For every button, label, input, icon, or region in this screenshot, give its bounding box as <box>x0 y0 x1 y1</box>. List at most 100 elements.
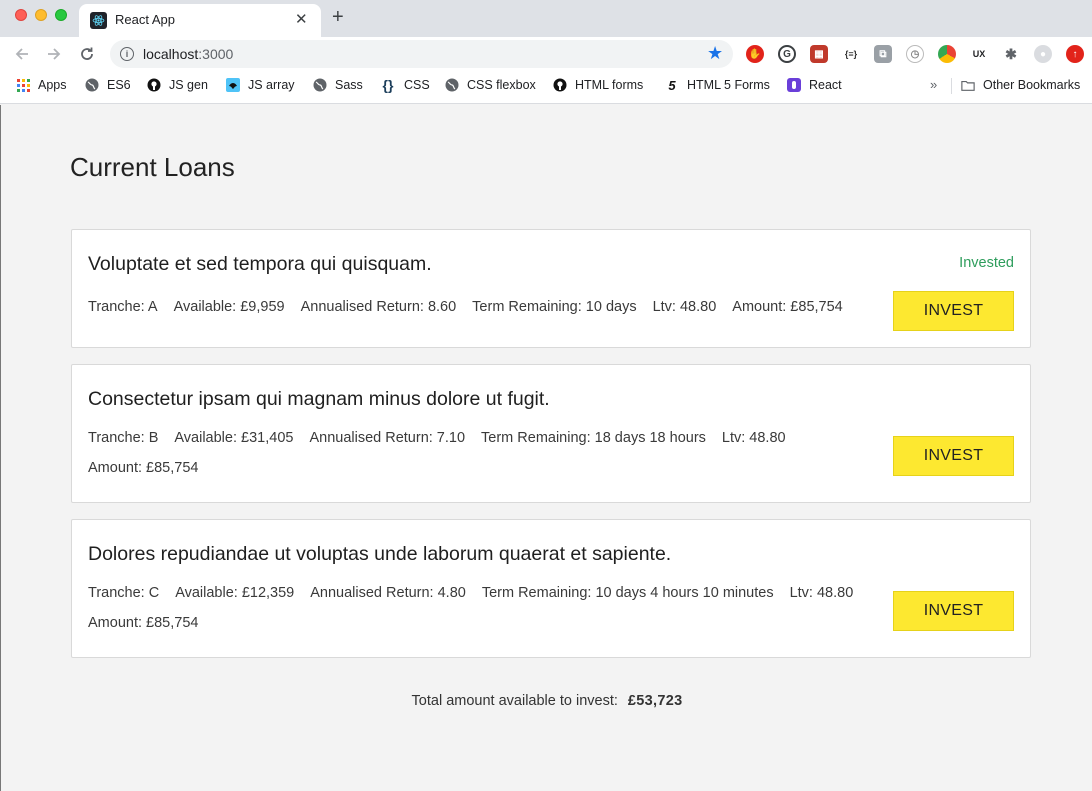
bookmark-label: CSS <box>404 78 430 92</box>
bookmark-js-array[interactable]: JS array <box>226 78 295 92</box>
profile-avatar-icon[interactable]: ● <box>1034 45 1052 63</box>
bookmark-label: Other Bookmarks <box>983 78 1081 92</box>
react-bookmark-icon <box>787 78 801 92</box>
loan-available: Available: £9,959 <box>173 299 285 315</box>
reload-icon[interactable] <box>76 43 98 65</box>
invest-button[interactable]: INVEST <box>893 291 1014 331</box>
loan-card: Consectetur ipsam qui magnam minus dolor… <box>71 364 1031 503</box>
bookmark-apps[interactable]: Apps <box>16 78 67 92</box>
invest-button[interactable]: INVEST <box>893 436 1014 476</box>
maximize-window-button[interactable] <box>55 9 67 21</box>
back-icon[interactable] <box>11 43 33 65</box>
loan-annualised-return: Annualised Return: 8.60 <box>300 299 457 315</box>
loan-card: Voluptate et sed tempora qui quisquam. I… <box>71 229 1031 348</box>
bookmark-label: JS array <box>248 78 295 92</box>
bookmark-label: CSS flexbox <box>467 78 536 92</box>
loan-tranche: Tranche: A <box>88 299 158 315</box>
url-text: localhost:3000 <box>143 46 234 62</box>
update-icon[interactable]: ↑ <box>1066 45 1084 63</box>
loan-tranche: Tranche: B <box>88 430 159 446</box>
js-array-icon <box>226 78 240 92</box>
extension-icon[interactable]: ▦ <box>810 45 828 63</box>
close-window-button[interactable] <box>15 9 27 21</box>
bookmark-label: Apps <box>38 78 67 92</box>
bookmark-css-flexbox[interactable]: CSS flexbox <box>445 78 536 92</box>
bookmark-label: React <box>809 78 842 92</box>
loan-card: Dolores repudiandae ut voluptas unde lab… <box>71 519 1031 658</box>
loan-term-remaining: Term Remaining: 10 days <box>472 299 637 315</box>
site-info-icon[interactable]: i <box>120 47 134 61</box>
bookmark-label: Sass <box>335 78 363 92</box>
grammarly-icon[interactable]: G <box>778 45 796 63</box>
color-picker-icon[interactable] <box>938 45 956 63</box>
bookmark-css[interactable]: {} CSS <box>380 77 430 93</box>
total-available: Total amount available to invest: £53,72… <box>1 693 1092 709</box>
react-icon <box>90 12 107 29</box>
page-content: Current Loans Voluptate et sed tempora q… <box>0 105 1092 791</box>
total-label: Total amount available to invest: <box>411 693 618 709</box>
loan-title: Voluptate et sed tempora qui quisquam. <box>88 253 432 275</box>
curly-braces-icon: {} <box>382 77 394 93</box>
bookmarks-divider <box>951 78 952 94</box>
loan-title: Dolores repudiandae ut voluptas unde lab… <box>88 543 672 565</box>
bookmark-sass[interactable]: Sass <box>313 78 363 92</box>
forward-icon[interactable] <box>43 43 65 65</box>
loan-term-remaining: Term Remaining: 10 days 4 hours 10 minut… <box>481 585 774 601</box>
loan-ltv: Ltv: 48.80 <box>652 299 717 315</box>
bookmark-html5-forms[interactable]: 5 HTML 5 Forms <box>665 77 770 93</box>
bookmark-js-gen[interactable]: JS gen <box>147 78 208 92</box>
bookmark-react[interactable]: React <box>787 78 842 92</box>
new-tab-icon[interactable]: + <box>332 7 344 27</box>
loan-term-remaining: Term Remaining: 18 days 18 hours <box>481 430 706 446</box>
tab-title: React App <box>115 12 175 27</box>
loan-amount: Amount: £85,754 <box>88 615 199 631</box>
adblock-icon[interactable]: ✋ <box>746 45 764 63</box>
bookmark-html-forms[interactable]: HTML forms <box>553 78 643 92</box>
globe-icon <box>445 78 459 92</box>
page-title: Current Loans <box>70 152 235 182</box>
loan-title: Consectetur ipsam qui magnam minus dolor… <box>88 388 550 410</box>
timer-icon[interactable]: ◷ <box>906 45 924 63</box>
bookmark-label: HTML 5 Forms <box>687 78 770 92</box>
json-viewer-icon[interactable]: {≡} <box>842 45 860 63</box>
loan-details: Tranche: A Available: £9,959 Annualised Re… <box>88 292 878 322</box>
minimize-window-button[interactable] <box>35 9 47 21</box>
other-bookmarks[interactable]: Other Bookmarks <box>961 78 1080 92</box>
github-icon <box>553 78 567 92</box>
more-bookmarks-icon[interactable]: » <box>930 77 937 92</box>
loan-available: Available: £31,405 <box>174 430 294 446</box>
bookmark-label: ES6 <box>107 78 131 92</box>
toolbar: i localhost:3000 ★ ✋ G ▦ {≡} ⧉ ◷ UX ✱ ● … <box>0 37 1092 71</box>
invest-button[interactable]: INVEST <box>893 591 1014 631</box>
loan-ltv: Ltv: 48.80 <box>721 430 786 446</box>
loan-annualised-return: Annualised Return: 4.80 <box>310 585 466 601</box>
loan-ltv: Ltv: 48.80 <box>789 585 854 601</box>
bookmark-es6[interactable]: ES6 <box>85 78 131 92</box>
loan-available: Available: £12,359 <box>175 585 295 601</box>
loan-amount: Amount: £85,754 <box>88 460 199 476</box>
folder-icon <box>961 78 975 92</box>
github-icon <box>147 78 161 92</box>
address-bar[interactable]: i localhost:3000 ★ <box>110 40 733 68</box>
loan-details: Tranche: C Available: £12,359 Annualised R… <box>88 578 878 638</box>
browser-chrome: React App ✕ + i localhost:3000 ★ ✋ G ▦ {… <box>0 0 1092 104</box>
globe-icon <box>85 78 99 92</box>
bookmarks-bar: Apps ES6 JS gen JS array Sass {} CSS CSS… <box>0 71 1092 101</box>
html5-icon: 5 <box>668 77 676 93</box>
total-value: £53,723 <box>627 693 683 709</box>
ux-icon[interactable]: UX <box>970 45 988 63</box>
invested-status-badge: Invested <box>959 255 1014 271</box>
close-tab-icon[interactable]: ✕ <box>295 10 308 28</box>
extensions-puzzle-icon[interactable]: ✱ <box>1002 45 1020 63</box>
tab-react-app[interactable]: React App ✕ <box>79 4 321 37</box>
tab-strip: React App ✕ + <box>0 0 1092 37</box>
copy-icon[interactable]: ⧉ <box>874 45 892 63</box>
loan-tranche: Tranche: C <box>88 585 160 601</box>
bookmark-star-icon[interactable]: ★ <box>707 43 723 64</box>
apps-grid-icon <box>16 78 30 92</box>
loan-details: Tranche: B Available: £31,405 Annualised R… <box>88 423 878 483</box>
bookmark-label: HTML forms <box>575 78 644 92</box>
loan-amount: Amount: £85,754 <box>732 299 843 315</box>
loan-annualised-return: Annualised Return: 7.10 <box>309 430 466 446</box>
globe-icon <box>313 78 327 92</box>
